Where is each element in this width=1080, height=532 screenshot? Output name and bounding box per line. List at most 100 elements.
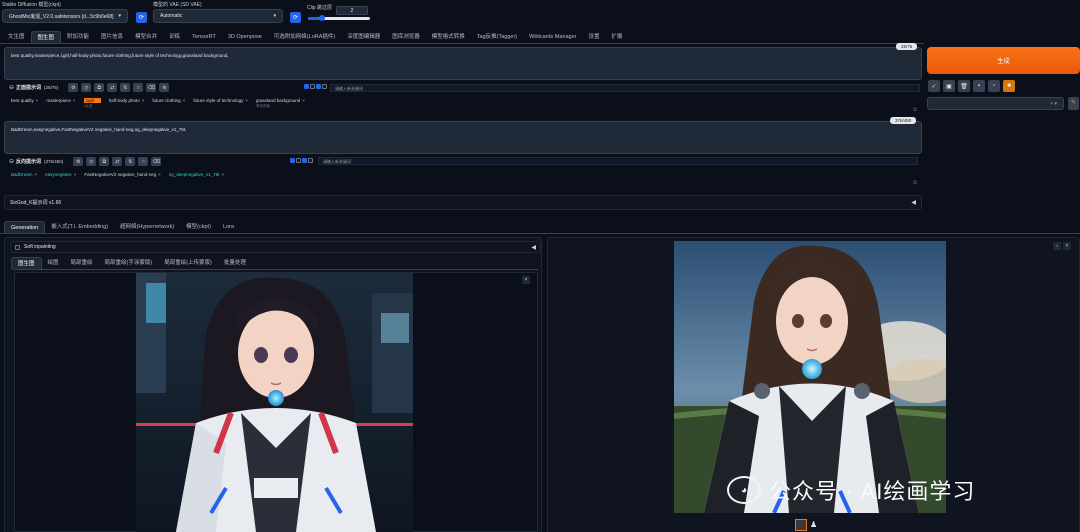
checkbox-icon[interactable] bbox=[322, 84, 327, 89]
checkbox-icon[interactable] bbox=[316, 84, 321, 89]
img2img-tab-3[interactable]: 局部重绘(手涂蒙版) bbox=[99, 257, 159, 269]
prompt-tag[interactable]: 1girl × 1女孩 bbox=[83, 98, 101, 108]
main-tab-5[interactable]: 训练 bbox=[163, 31, 186, 43]
trash-icon[interactable]: 🗑 bbox=[958, 80, 970, 92]
close-icon[interactable]: × bbox=[158, 172, 161, 177]
main-tab-11[interactable]: 模型格式转换 bbox=[426, 31, 471, 43]
style-select[interactable]: × ▾ bbox=[927, 97, 1064, 110]
checkbox-icon[interactable] bbox=[308, 158, 313, 163]
close-icon[interactable]: × bbox=[36, 98, 39, 103]
soft-inpainting-accordion[interactable]: Soft inpainting ◀ bbox=[10, 241, 541, 253]
close-icon[interactable]: × bbox=[1063, 242, 1071, 250]
img2img-tab-5[interactable]: 批量处理 bbox=[218, 257, 252, 269]
checkbox-icon[interactable] bbox=[296, 158, 301, 163]
img2img-tab-2[interactable]: 局部重绘 bbox=[65, 257, 99, 269]
negative-keyword-input[interactable]: 请输入新关键词 bbox=[318, 157, 918, 165]
prompt-tag[interactable]: future style of technology × bbox=[193, 98, 248, 103]
check-icon[interactable]: ✓ bbox=[928, 80, 940, 92]
main-tab-0[interactable]: 文生图 bbox=[2, 31, 31, 43]
main-tab-12[interactable]: Tag反推(Tagger) bbox=[471, 31, 523, 43]
prompt-tag[interactable]: masterpiece × bbox=[46, 98, 75, 103]
translate-icon[interactable]: ⇄ bbox=[107, 83, 118, 92]
checkbox-icon[interactable] bbox=[302, 158, 307, 163]
close-icon[interactable]: × bbox=[73, 98, 76, 103]
output-thumbnail[interactable] bbox=[795, 519, 807, 531]
sixgod-accordion[interactable]: SixGod_K提示词 v1.66 ◀ bbox=[4, 195, 922, 210]
clear-icon[interactable]: ⌫ bbox=[151, 157, 162, 166]
extra-tab-0[interactable]: Generation bbox=[4, 221, 46, 233]
close-icon[interactable]: × bbox=[183, 98, 186, 103]
doc-icon[interactable]: ▫ bbox=[988, 80, 1000, 92]
translate-icon[interactable]: ⇄ bbox=[112, 157, 123, 166]
prompt-keyword-input[interactable]: 请输入新关键词 bbox=[330, 84, 920, 92]
prompt-tag[interactable]: easynegative × bbox=[45, 172, 76, 177]
delete-icon[interactable]: ▪ bbox=[973, 80, 985, 92]
refresh-model-button[interactable]: ⟳ bbox=[136, 12, 147, 23]
close-icon[interactable]: × bbox=[142, 98, 145, 103]
main-tab-15[interactable]: 扩展 bbox=[606, 31, 629, 43]
negative-prompt-textarea[interactable]: BadDream,easynegative,FastNegativeV2 neg… bbox=[4, 121, 922, 154]
history-icon[interactable]: ◷ bbox=[81, 83, 92, 92]
bookmark-icon[interactable]: ☆ bbox=[138, 157, 149, 166]
close-icon[interactable]: × bbox=[245, 98, 248, 103]
prompt-tag[interactable]: FastNegativeV2 negative_hand-neg × bbox=[84, 172, 160, 177]
prompt-tag[interactable]: grassland background × 草地背景 bbox=[256, 98, 305, 108]
collapse-icon[interactable]: ⊖ bbox=[9, 158, 14, 165]
prompt-tag[interactable]: future clothing × bbox=[152, 98, 185, 103]
collapse-icon[interactable]: ⊖ bbox=[9, 84, 14, 91]
history-icon[interactable]: ◷ bbox=[86, 157, 97, 166]
gear-icon[interactable]: ⚙ bbox=[73, 157, 84, 166]
copy-icon[interactable]: ⧉ bbox=[99, 157, 110, 166]
prompt-tag[interactable]: BadDream × bbox=[11, 172, 37, 177]
extra-tab-3[interactable]: 模型(ckpt) bbox=[180, 221, 217, 233]
close-icon[interactable]: × bbox=[96, 98, 99, 103]
close-icon[interactable]: × bbox=[302, 98, 305, 103]
main-tab-7[interactable]: 3D Openpose bbox=[222, 31, 268, 43]
main-tab-14[interactable]: 设置 bbox=[583, 31, 606, 43]
copy-icon[interactable]: ⧉ bbox=[94, 83, 105, 92]
checkbox-icon[interactable] bbox=[15, 244, 20, 250]
swap-icon[interactable]: ⇅ bbox=[120, 83, 131, 92]
gear-icon[interactable]: ⚙ bbox=[68, 83, 79, 92]
main-tab-4[interactable]: 模型合并 bbox=[129, 31, 163, 43]
vae-select[interactable]: Automatic ▾ bbox=[153, 9, 283, 23]
close-icon[interactable]: × bbox=[522, 276, 530, 284]
prompt-textarea[interactable]: best quality,masterpiece,1girl,half-body… bbox=[4, 47, 922, 80]
close-icon[interactable]: × bbox=[221, 172, 224, 177]
extra-tab-4[interactable]: Lora bbox=[217, 221, 240, 233]
bookmark-icon[interactable]: ☆ bbox=[133, 83, 144, 92]
download-icon[interactable]: ↓ bbox=[1053, 242, 1061, 250]
emoji-icon[interactable]: ☺ bbox=[912, 107, 918, 113]
clip-slider[interactable] bbox=[308, 15, 370, 21]
checkbox-icon[interactable] bbox=[290, 158, 295, 163]
model-select[interactable]: GhostMix鬼混_V2.0.safetensors [d...5c9b0e6… bbox=[2, 9, 128, 23]
main-tab-3[interactable]: 图片信息 bbox=[95, 31, 129, 43]
clip-number-input[interactable]: 2 bbox=[336, 6, 368, 15]
refresh-vae-button[interactable]: ⟳ bbox=[290, 12, 301, 23]
edit-style-button[interactable]: ✎ bbox=[1068, 97, 1079, 110]
checkbox-icon[interactable] bbox=[304, 84, 309, 89]
random-icon[interactable]: ⊛ bbox=[159, 83, 170, 92]
clipboard-icon[interactable]: ▣ bbox=[943, 80, 955, 92]
main-tab-1[interactable]: 图生图 bbox=[30, 31, 62, 43]
save-style-icon[interactable]: ■ bbox=[1003, 80, 1015, 92]
main-tab-13[interactable]: Wildcards Manager bbox=[523, 31, 582, 43]
img2img-tab-0[interactable]: 图生图 bbox=[11, 257, 42, 269]
prompt-tag[interactable]: best quality × bbox=[11, 98, 38, 103]
clear-icon[interactable]: ⌫ bbox=[146, 83, 157, 92]
prompt-tag[interactable]: half-body photo × bbox=[109, 98, 145, 103]
swap-icon[interactable]: ⇅ bbox=[125, 157, 136, 166]
main-tab-10[interactable]: 图库浏览器 bbox=[386, 31, 426, 43]
checkbox-icon[interactable] bbox=[310, 84, 315, 89]
main-tab-8[interactable]: 可选附加网络(LoRA插件) bbox=[268, 31, 341, 43]
extra-tab-1[interactable]: 嵌入式(T.I. Embedding) bbox=[45, 221, 114, 233]
main-tab-6[interactable]: TensorRT bbox=[186, 31, 222, 43]
prompt-tag[interactable]: ng_deepnegative_v1_75t × bbox=[169, 172, 224, 177]
generate-button[interactable]: 生成 bbox=[927, 47, 1080, 74]
extra-tab-2[interactable]: 超网络(Hypernetwork) bbox=[114, 221, 180, 233]
emoji-icon[interactable]: ☺ bbox=[912, 180, 918, 186]
main-tab-9[interactable]: 深度图编辑器 bbox=[341, 31, 386, 43]
clip-slider-handle[interactable] bbox=[319, 15, 325, 21]
close-icon[interactable]: × bbox=[74, 172, 77, 177]
img2img-tab-4[interactable]: 局部重绘(上传蒙版) bbox=[158, 257, 218, 269]
